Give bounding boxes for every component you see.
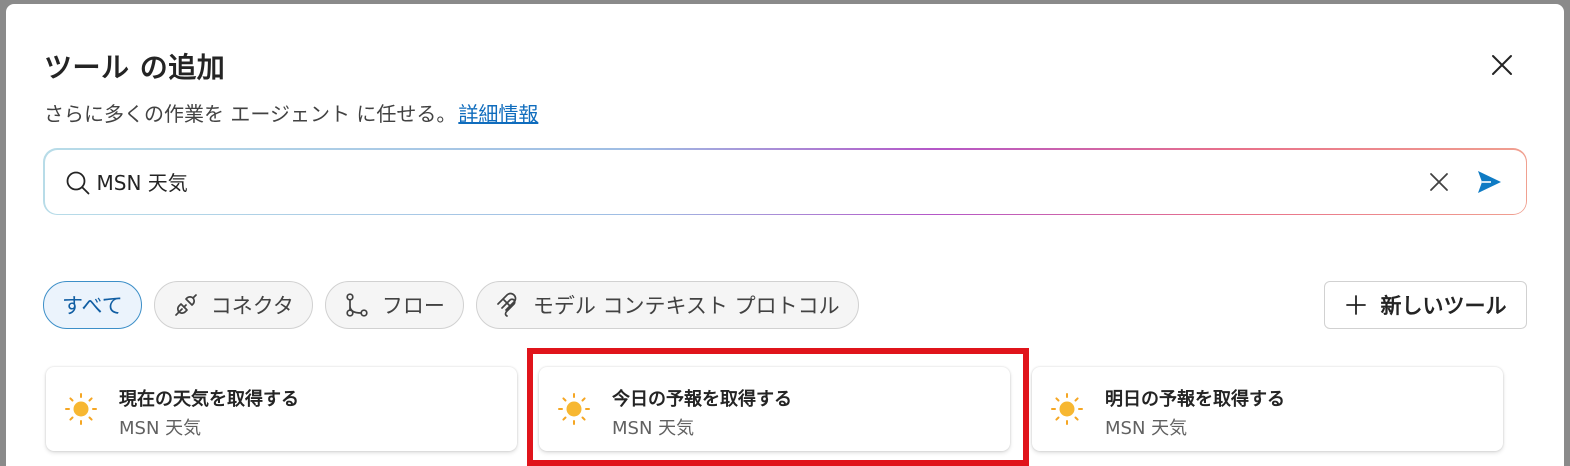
filter-all-label: すべて [62,294,123,318]
plug-icon [174,294,197,316]
tool-card-title: 現在の天気を取得する [119,389,299,410]
search-box [43,148,1527,215]
dialog-title: ツール の追加 [44,51,226,84]
search-input[interactable] [96,161,1397,202]
filter-mcp[interactable]: モデル コンテキスト プロトコル [475,281,859,329]
filter-connectors[interactable]: コネクタ [153,281,313,329]
tool-card-today-forecast[interactable]: 今日の予報を取得する MSN 天気 [539,367,1010,451]
send-icon[interactable] [1475,168,1503,196]
clear-search-icon[interactable] [1427,170,1451,194]
tool-card-source: MSN 天気 [119,418,202,439]
filter-all[interactable]: すべて [43,281,142,329]
tool-card-source: MSN 天気 [1105,418,1188,439]
tool-card-title: 明日の予報を取得する [1105,389,1285,410]
filter-connectors-label: コネクタ [210,294,294,318]
add-tool-dialog: ツール の追加 さらに多くの作業を エージェント に任せる。詳細情報 すべて [6,4,1564,466]
new-tool-button[interactable]: 新しいツール [1324,281,1527,329]
close-button[interactable] [1486,49,1518,81]
filter-bar: すべて コネクタ フロー モデル コンテキスト プロトコル [43,281,859,329]
search-icon [66,171,89,194]
learn-more-link[interactable]: 詳細情報 [458,102,538,126]
filter-flows[interactable]: フロー [324,281,464,329]
tool-card-title: 今日の予報を取得する [612,389,792,410]
dialog-subtitle: さらに多くの作業を エージェント に任せる。 詳細情報 [44,98,538,127]
tool-card-current-weather[interactable]: 現在の天気を取得する MSN 天気 [46,367,517,451]
sun-icon [1051,393,1083,425]
filter-mcp-label: モデル コンテキスト プロトコル [532,294,840,318]
tool-card-tomorrow-forecast[interactable]: 明日の予報を取得する MSN 天気 [1032,367,1503,451]
new-tool-label: 新しいツール [1380,294,1507,318]
sun-icon [65,393,97,425]
tool-card-source: MSN 天気 [612,418,695,439]
close-icon[interactable] [1490,53,1514,77]
mcp-icon [497,292,517,317]
subtitle-text: さらに多くの作業を エージェント に任せる。 [44,102,457,126]
sun-icon [558,393,590,425]
filter-flows-label: フロー [381,294,445,318]
flow-icon [346,293,368,317]
plus-icon [1345,295,1366,315]
